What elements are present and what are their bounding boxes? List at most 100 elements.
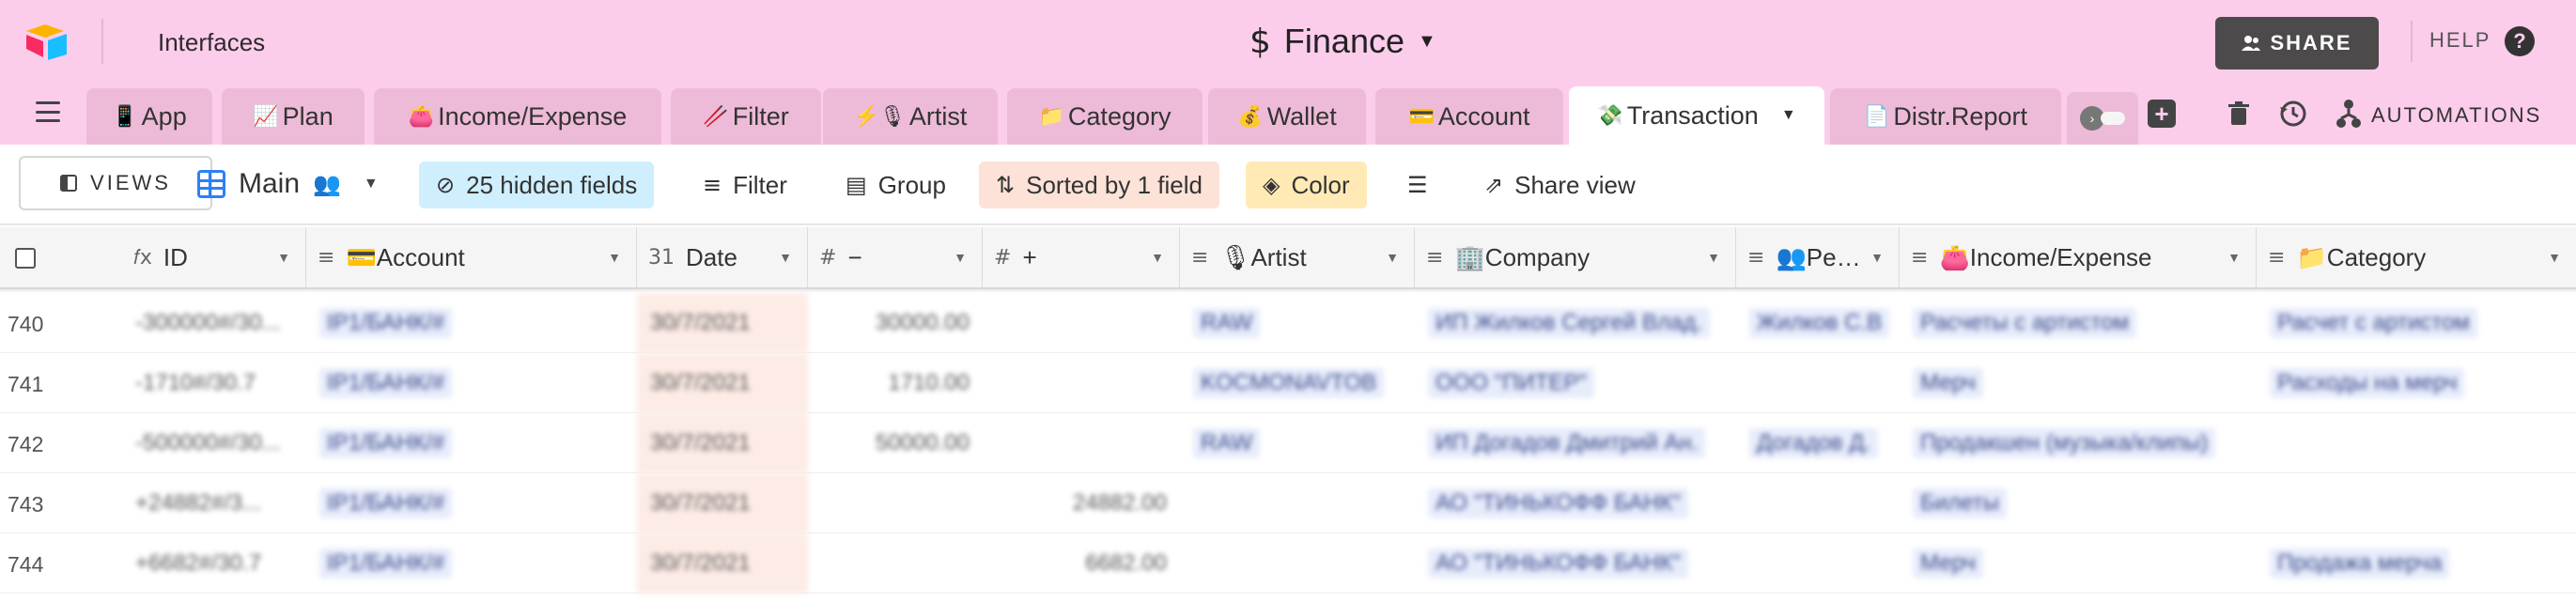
tab-filter[interactable]: 🥢 Filter: [671, 88, 821, 145]
history-icon[interactable]: [2277, 98, 2309, 130]
column-header-id[interactable]: 𝑓x ID ▼: [122, 227, 306, 287]
add-table-icon[interactable]: +: [2148, 100, 2176, 128]
cell-category[interactable]: Продажа мерча: [2257, 533, 2576, 593]
column-header-minus[interactable]: # − ▼: [808, 227, 983, 287]
chevron-down-icon[interactable]: ▼: [277, 250, 290, 265]
tab-account[interactable]: 💳 Account: [1375, 88, 1563, 145]
cell-plus[interactable]: 24882.00: [983, 473, 1180, 533]
tab-artist[interactable]: ⚡️🎙 Artist: [823, 88, 998, 145]
tab-category[interactable]: 📁 Category: [1007, 88, 1203, 145]
column-header-person[interactable]: ≡ 👥Pe… ▼: [1736, 227, 1900, 287]
cell-date[interactable]: 30/7/2021: [637, 413, 808, 473]
cell-artist[interactable]: RAW: [1180, 413, 1415, 473]
cell-artist[interactable]: RAW: [1180, 293, 1415, 353]
cell-id[interactable]: -1710#/30.7: [122, 353, 306, 413]
interfaces-link[interactable]: Interfaces: [158, 28, 265, 57]
share-view-button[interactable]: ⇗ Share view: [1467, 162, 1653, 208]
column-header-date[interactable]: 31 Date ▼: [637, 227, 808, 287]
cell-id[interactable]: +6682#/30.7: [122, 533, 306, 593]
cell-id[interactable]: -500000#/30...: [122, 413, 306, 473]
cell-company[interactable]: АО "ТИНЬКОФФ БАНК": [1415, 533, 1736, 593]
automations-button[interactable]: AUTOMATIONS: [2371, 103, 2541, 128]
chevron-down-icon[interactable]: ▼: [954, 250, 967, 265]
chevron-down-icon[interactable]: ▼: [608, 250, 621, 265]
table-row[interactable]: 740 -300000#/30... IP1/БАНК/# 30/7/2021 3000…: [0, 293, 2576, 353]
tab-distr-report[interactable]: 📄 Distr.Report: [1830, 88, 2061, 145]
cell-date[interactable]: 30/7/2021: [637, 353, 808, 413]
cell-account[interactable]: IP1/БАНК/#: [306, 413, 637, 473]
more-tabs-toggle[interactable]: ›: [2067, 92, 2138, 145]
table-row[interactable]: 742 -500000#/30... IP1/БАНК/# 30/7/2021 5000…: [0, 413, 2576, 473]
chevron-down-icon[interactable]: ▼: [1386, 250, 1399, 265]
cell-income[interactable]: Мерч: [1900, 533, 2257, 593]
cell-income[interactable]: Продакшен (музыка/клипы): [1900, 413, 2257, 473]
cell-minus[interactable]: [808, 473, 983, 533]
chevron-down-icon[interactable]: ▼: [2227, 250, 2241, 265]
cell-date[interactable]: 30/7/2021: [637, 293, 808, 353]
cell-category[interactable]: [2257, 473, 2576, 533]
cell-account[interactable]: IP1/БАНК/#: [306, 473, 637, 533]
chevron-down-icon[interactable]: ▼: [1151, 250, 1164, 265]
hidden-fields-button[interactable]: ⊘ 25 hidden fields: [419, 162, 655, 208]
cell-plus[interactable]: [983, 293, 1180, 353]
row-height-button[interactable]: ☰: [1390, 162, 1445, 208]
column-header-account[interactable]: ≡ 💳Account ▼: [306, 227, 637, 287]
cell-account[interactable]: IP1/БАНК/#: [306, 533, 637, 593]
cell-minus[interactable]: 30000.00: [808, 293, 983, 353]
cell-id[interactable]: -300000#/30...: [122, 293, 306, 353]
chevron-down-icon[interactable]: ▼: [1870, 250, 1884, 265]
column-header-income-expense[interactable]: ≡ 👛Income/Expense ▼: [1900, 227, 2257, 287]
cell-minus[interactable]: [808, 533, 983, 593]
sort-button[interactable]: ⇅ Sorted by 1 field: [979, 162, 1219, 208]
cell-income[interactable]: Билеты: [1900, 473, 2257, 533]
cell-company[interactable]: АО "ТИНЬКОФФ БАНК": [1415, 473, 1736, 533]
filter-button[interactable]: ≡ Filter: [686, 162, 804, 208]
cell-person[interactable]: Жилков С.В: [1736, 293, 1900, 353]
hamburger-menu-icon[interactable]: [36, 101, 60, 122]
tab-app[interactable]: 📱 App: [86, 88, 212, 145]
cell-plus[interactable]: [983, 413, 1180, 473]
cell-date[interactable]: 30/7/2021: [637, 533, 808, 593]
chevron-down-icon[interactable]: ▼: [779, 250, 792, 265]
cell-minus[interactable]: 1710.00: [808, 353, 983, 413]
column-header-plus[interactable]: # + ▼: [983, 227, 1180, 287]
automations-icon[interactable]: [2335, 98, 2362, 130]
cell-artist[interactable]: [1180, 473, 1415, 533]
help-icon[interactable]: ?: [2505, 26, 2535, 56]
cell-category[interactable]: Расходы на мерч: [2257, 353, 2576, 413]
cell-category[interactable]: [2257, 413, 2576, 473]
share-button[interactable]: SHARE: [2215, 17, 2379, 69]
cell-income[interactable]: Мерч: [1900, 353, 2257, 413]
help-link[interactable]: HELP: [2429, 28, 2491, 53]
cell-plus[interactable]: 6682.00: [983, 533, 1180, 593]
chevron-down-icon[interactable]: ▼: [1707, 250, 1720, 265]
chevron-down-icon[interactable]: ▼: [1781, 107, 1796, 124]
table-row[interactable]: 743 +24882#/3... IP1/БАНК/# 30/7/2021 24882.…: [0, 473, 2576, 533]
trash-icon[interactable]: [2223, 98, 2255, 130]
cell-income[interactable]: Расчеты с артистом: [1900, 293, 2257, 353]
select-all-checkbox[interactable]: [15, 248, 36, 269]
group-button[interactable]: ▤ Group: [829, 162, 963, 208]
base-title[interactable]: $ Finance ▼: [1249, 21, 1436, 62]
tab-income-expense[interactable]: 👛 Income/Expense: [374, 88, 661, 145]
cell-person[interactable]: [1736, 533, 1900, 593]
cell-account[interactable]: IP1/БАНК/#: [306, 353, 637, 413]
tab-plan[interactable]: 📈 Plan: [222, 88, 365, 145]
airtable-logo-icon[interactable]: [24, 23, 70, 60]
cell-artist[interactable]: [1180, 533, 1415, 593]
tab-transaction[interactable]: 💸 Transaction ▼: [1569, 86, 1824, 145]
cell-company[interactable]: ИП Догадов Дмитрий Ан.: [1415, 413, 1736, 473]
cell-minus[interactable]: 50000.00: [808, 413, 983, 473]
tab-wallet[interactable]: 💰 Wallet: [1208, 88, 1366, 145]
cell-id[interactable]: +24882#/3...: [122, 473, 306, 533]
cell-company[interactable]: ООО "ПИТЕР": [1415, 353, 1736, 413]
view-switcher[interactable]: Main 👥 ▼: [197, 163, 379, 205]
cell-person[interactable]: Догадов Д.: [1736, 413, 1900, 473]
column-header-artist[interactable]: ≡ 🎙Artist ▼: [1180, 227, 1415, 287]
views-button[interactable]: VIEWS: [19, 156, 212, 210]
table-row[interactable]: 744 +6682#/30.7 IP1/БАНК/# 30/7/2021 6682.00…: [0, 533, 2576, 593]
cell-plus[interactable]: [983, 353, 1180, 413]
cell-person[interactable]: [1736, 353, 1900, 413]
chevron-down-icon[interactable]: ▼: [2548, 250, 2561, 265]
column-header-category[interactable]: ≡ 📁Category ▼: [2257, 227, 2576, 287]
